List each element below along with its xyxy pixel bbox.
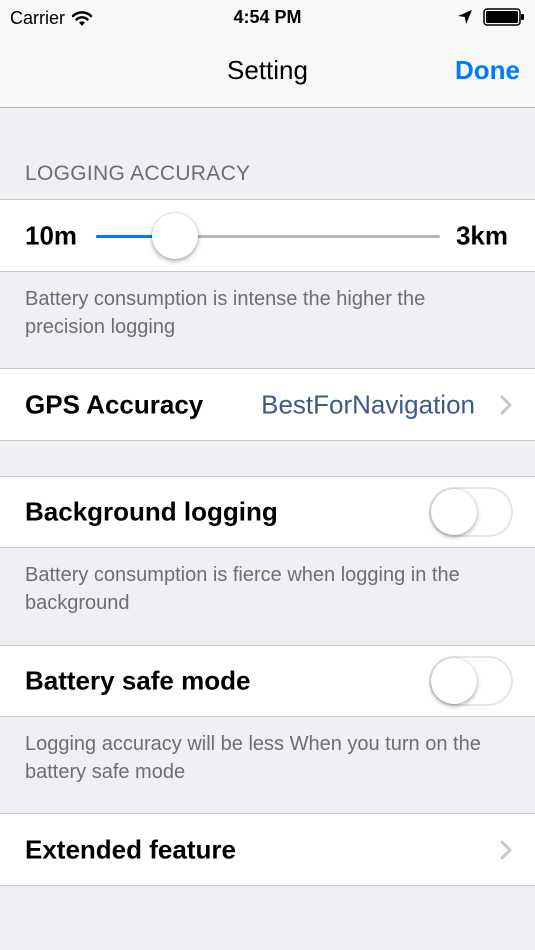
extended-feature-cell[interactable]: Extended feature — [0, 813, 535, 886]
settings-screen: Carrier 4:54 PM Setting Done LOGGING ACC… — [0, 0, 535, 950]
gps-accuracy-value: BestForNavigation — [261, 389, 475, 419]
slider-max-label: 3km — [455, 220, 508, 250]
toggle-knob — [431, 489, 477, 535]
status-bar: Carrier 4:54 PM — [0, 0, 535, 36]
gps-accuracy-cell[interactable]: GPS Accuracy BestForNavigation — [0, 368, 535, 441]
chevron-right-icon — [500, 840, 512, 859]
background-logging-footer: Battery consumption is fierce when loggi… — [25, 564, 460, 614]
location-arrow-icon — [458, 10, 472, 24]
toggle-knob — [431, 658, 477, 704]
battery-safe-mode-toggle[interactable] — [429, 656, 513, 706]
gps-accuracy-label: GPS Accuracy — [25, 389, 204, 419]
logging-accuracy-header: LOGGING ACCURACY — [25, 162, 251, 185]
accuracy-slider-thumb[interactable] — [152, 213, 198, 259]
battery-safe-mode-footer: Logging accuracy will be less When you t… — [25, 733, 481, 783]
battery-safe-mode-label: Battery safe mode — [25, 665, 251, 696]
logging-accuracy-footer: Battery consumption is intense the highe… — [25, 288, 426, 338]
accuracy-slider-track[interactable] — [96, 213, 440, 259]
slider-min-label: 10m — [25, 220, 78, 250]
status-right — [457, 8, 525, 26]
battery-safe-mode-cell: Battery safe mode — [0, 645, 535, 717]
done-button[interactable]: Done — [455, 55, 520, 86]
background-logging-cell: Background logging — [0, 476, 535, 548]
status-time: 4:54 PM — [233, 7, 302, 27]
background-logging-label: Background logging — [25, 496, 278, 527]
top-bar: Carrier 4:54 PM Setting Done — [0, 0, 535, 108]
logging-accuracy-cell: 10m 3km — [0, 199, 535, 272]
chevron-right-icon — [500, 395, 512, 414]
background-logging-toggle[interactable] — [429, 487, 513, 537]
extended-feature-label: Extended feature — [25, 834, 236, 864]
battery-icon — [483, 8, 524, 26]
